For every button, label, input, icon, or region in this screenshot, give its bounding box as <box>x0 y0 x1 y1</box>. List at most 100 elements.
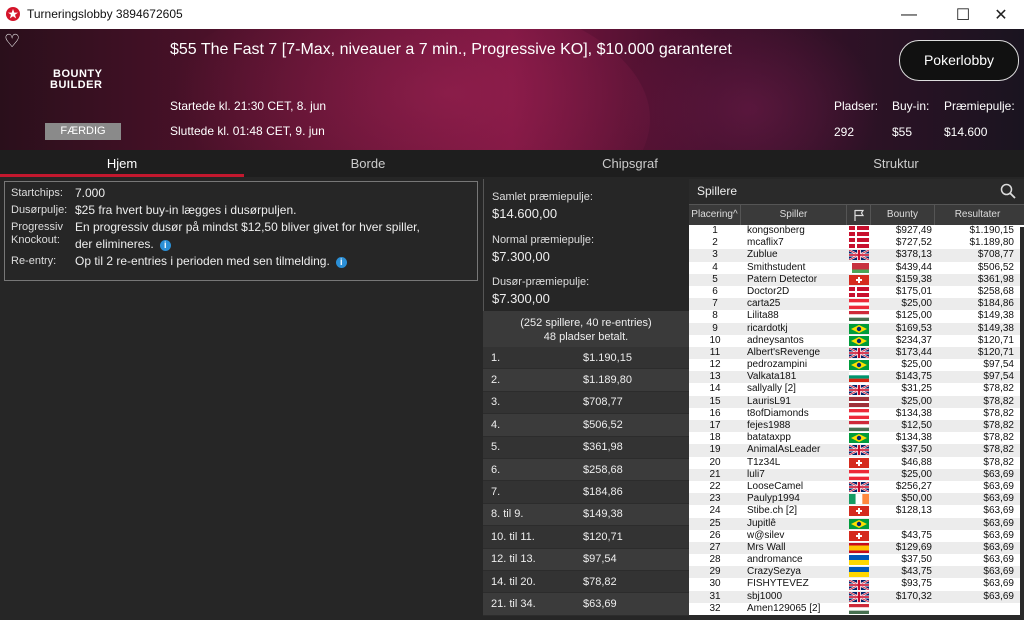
player-row[interactable]: 8 Lilita88 $125,00 $149,38 <box>689 310 1024 323</box>
player-row[interactable]: 13 Valkata181 $143,75 $97,54 <box>689 371 1024 384</box>
flag-dk-icon <box>849 287 869 298</box>
player-row[interactable]: 15 LaurisL91 $25,00 $78,82 <box>689 395 1024 408</box>
player-flag <box>847 262 871 274</box>
player-row[interactable]: 7 carta25 $25,00 $184,86 <box>689 298 1024 311</box>
minimize-button[interactable]: — <box>886 0 932 29</box>
player-result: $63,69 <box>983 590 1014 602</box>
player-row[interactable]: 27 Mrs Wall $129,69 $63,69 <box>689 541 1024 555</box>
player-row[interactable]: 32 Amen129065 [2] <box>689 602 1024 615</box>
favorite-heart-icon[interactable]: ♡ <box>4 31 20 52</box>
player-row[interactable]: 12 pedrozampini $25,00 $97,54 <box>689 359 1024 372</box>
pokerlobby-button[interactable]: Pokerlobby <box>899 40 1019 81</box>
player-row[interactable]: 16 t8ofDiamonds $134,38 $78,82 <box>689 407 1024 420</box>
flag-gb-icon <box>849 591 869 602</box>
flag-ua-icon <box>849 567 869 578</box>
bounty-pool-value: $7.300,00 <box>492 291 550 306</box>
reentry-info-icon[interactable]: i <box>335 257 347 268</box>
player-row[interactable]: 5 Patern Detector $159,38 $361,98 <box>689 273 1024 286</box>
payout-amount: $184,86 <box>583 486 623 499</box>
payout-place: 4. <box>491 418 501 431</box>
player-result: $708,77 <box>977 249 1014 261</box>
col-player[interactable]: Spiller <box>741 205 847 225</box>
paid-places-summary: 48 pladser betalt. <box>543 331 629 343</box>
players-scrollbar[interactable] <box>1020 227 1024 620</box>
tab-chipsgraf[interactable]: Chipsgraf <box>512 150 748 177</box>
player-bounty: $143,75 <box>895 371 932 383</box>
player-place: 15 <box>709 395 721 407</box>
player-row[interactable]: 19 AnimalAsLeader $37,50 $78,82 <box>689 444 1024 457</box>
payout-place: 2. <box>491 374 501 387</box>
players-search[interactable]: Spillere <box>689 179 1024 205</box>
player-row[interactable]: 28 andromance $37,50 $63,69 <box>689 554 1024 567</box>
col-bounty[interactable]: Bounty <box>871 205 935 225</box>
player-row[interactable]: 24 Stibe.ch [2] $128,13 $63,69 <box>689 505 1024 518</box>
player-row[interactable]: 31 sbj1000 $170,32 $63,69 <box>689 590 1024 603</box>
col-result[interactable]: Resultater <box>935 205 1020 225</box>
player-name: w@silev <box>747 529 785 541</box>
player-flag <box>847 286 871 298</box>
prizepool-panel: Samlet præmiepulje: $14.600,00 Normal pr… <box>483 179 689 311</box>
player-row[interactable]: 25 Jupitlê $63,69 <box>689 517 1024 530</box>
player-result: $63,69 <box>983 554 1014 566</box>
player-name: Smithstudent <box>747 261 806 273</box>
player-bounty: $727,52 <box>895 237 932 249</box>
search-icon[interactable] <box>1000 183 1016 199</box>
player-row[interactable]: 4 Smithstudent $439,44 $506,52 <box>689 261 1024 274</box>
player-result: $1.189,80 <box>969 237 1015 249</box>
player-row[interactable]: 1 kongsonberg $927,49 $1.190,15 <box>689 225 1024 238</box>
player-place: 2 <box>712 237 718 249</box>
window-title: Turneringslobby 3894672605 <box>27 7 183 21</box>
player-name: CrazySezya <box>747 566 801 578</box>
player-row[interactable]: 6 Doctor2D $175,01 $258,68 <box>689 285 1024 299</box>
player-row[interactable]: 20 T1z34L $46,88 $78,82 <box>689 456 1024 469</box>
tab-struktur[interactable]: Struktur <box>780 150 1012 177</box>
flag-ie-icon <box>849 494 869 505</box>
close-button[interactable]: ✕ <box>978 0 1024 29</box>
player-bounty: $378,13 <box>895 249 932 261</box>
player-row[interactable]: 21 luli7 $25,00 $63,69 <box>689 468 1024 481</box>
buyin-value: $55 <box>892 125 913 139</box>
player-row[interactable]: 2 mcaflix7 $727,52 $1.189,80 <box>689 237 1024 250</box>
player-row[interactable]: 3 Zublue $378,13 $708,77 <box>689 249 1024 262</box>
player-row[interactable]: 18 batataxpp $134,38 $78,82 <box>689 432 1024 445</box>
pko-value: En progressiv dusør på mindst $12,50 bli… <box>75 220 420 251</box>
pko-info-icon[interactable]: i <box>159 240 171 251</box>
player-row[interactable]: 10 adneysantos $234,37 $120,71 <box>689 334 1024 347</box>
player-row[interactable]: 9 ricardotkj $169,53 $149,38 <box>689 322 1024 335</box>
player-row[interactable]: 23 Paulyp1994 $50,00 $63,69 <box>689 493 1024 506</box>
player-bounty: $93,75 <box>901 578 932 590</box>
payout-amount: $1.189,80 <box>583 374 632 387</box>
player-row[interactable]: 11 Albert'sRevenge $173,44 $120,71 <box>689 346 1024 360</box>
flag-ua-icon <box>849 555 869 566</box>
player-name: Jupitlê <box>747 517 776 529</box>
player-row[interactable]: 17 fejes1988 $12,50 $78,82 <box>689 420 1024 433</box>
player-name: Paulyp1994 <box>747 493 800 505</box>
player-row[interactable]: 26 w@silev $43,75 $63,69 <box>689 529 1024 542</box>
flag-gb-icon <box>849 347 869 358</box>
payout-row: 10. til 11. $120,71 <box>483 526 689 549</box>
tab-borde[interactable]: Borde <box>244 150 492 177</box>
player-place: 3 <box>712 249 718 261</box>
event-title: $55 The Fast 7 [7-Max, niveauer a 7 min.… <box>170 41 732 58</box>
payout-row: 7. $184,86 <box>483 481 689 504</box>
col-place[interactable]: Placering^ <box>689 205 741 225</box>
player-row[interactable]: 14 sallyally [2] $31,25 $78,82 <box>689 383 1024 396</box>
player-row[interactable]: 30 FISHYTEVEZ $93,75 $63,69 <box>689 578 1024 591</box>
flag-br-icon <box>849 360 869 371</box>
flag-gb-icon <box>849 445 869 456</box>
player-flag <box>847 603 871 615</box>
tab-hjem[interactable]: Hjem <box>0 150 244 177</box>
startchips-value: 7.000 <box>75 186 106 200</box>
flag-at-icon <box>849 469 869 480</box>
tournament-info-box: Startchips: 7.000 Dusørpulje: $25 fra hv… <box>4 181 478 281</box>
flag-bg-icon <box>849 372 869 383</box>
player-row[interactable]: 22 LooseCamel $256,27 $63,69 <box>689 480 1024 494</box>
flag-ch-icon <box>849 274 869 285</box>
player-flag <box>847 542 871 554</box>
player-row[interactable]: 29 CrazySezya $43,75 $63,69 <box>689 566 1024 579</box>
player-flag <box>847 323 871 335</box>
col-flag[interactable] <box>847 205 871 225</box>
player-bounty: $25,00 <box>901 395 932 407</box>
player-result: $258,68 <box>977 285 1014 297</box>
end-time: Sluttede kl. 01:48 CET, 9. jun <box>170 124 325 138</box>
